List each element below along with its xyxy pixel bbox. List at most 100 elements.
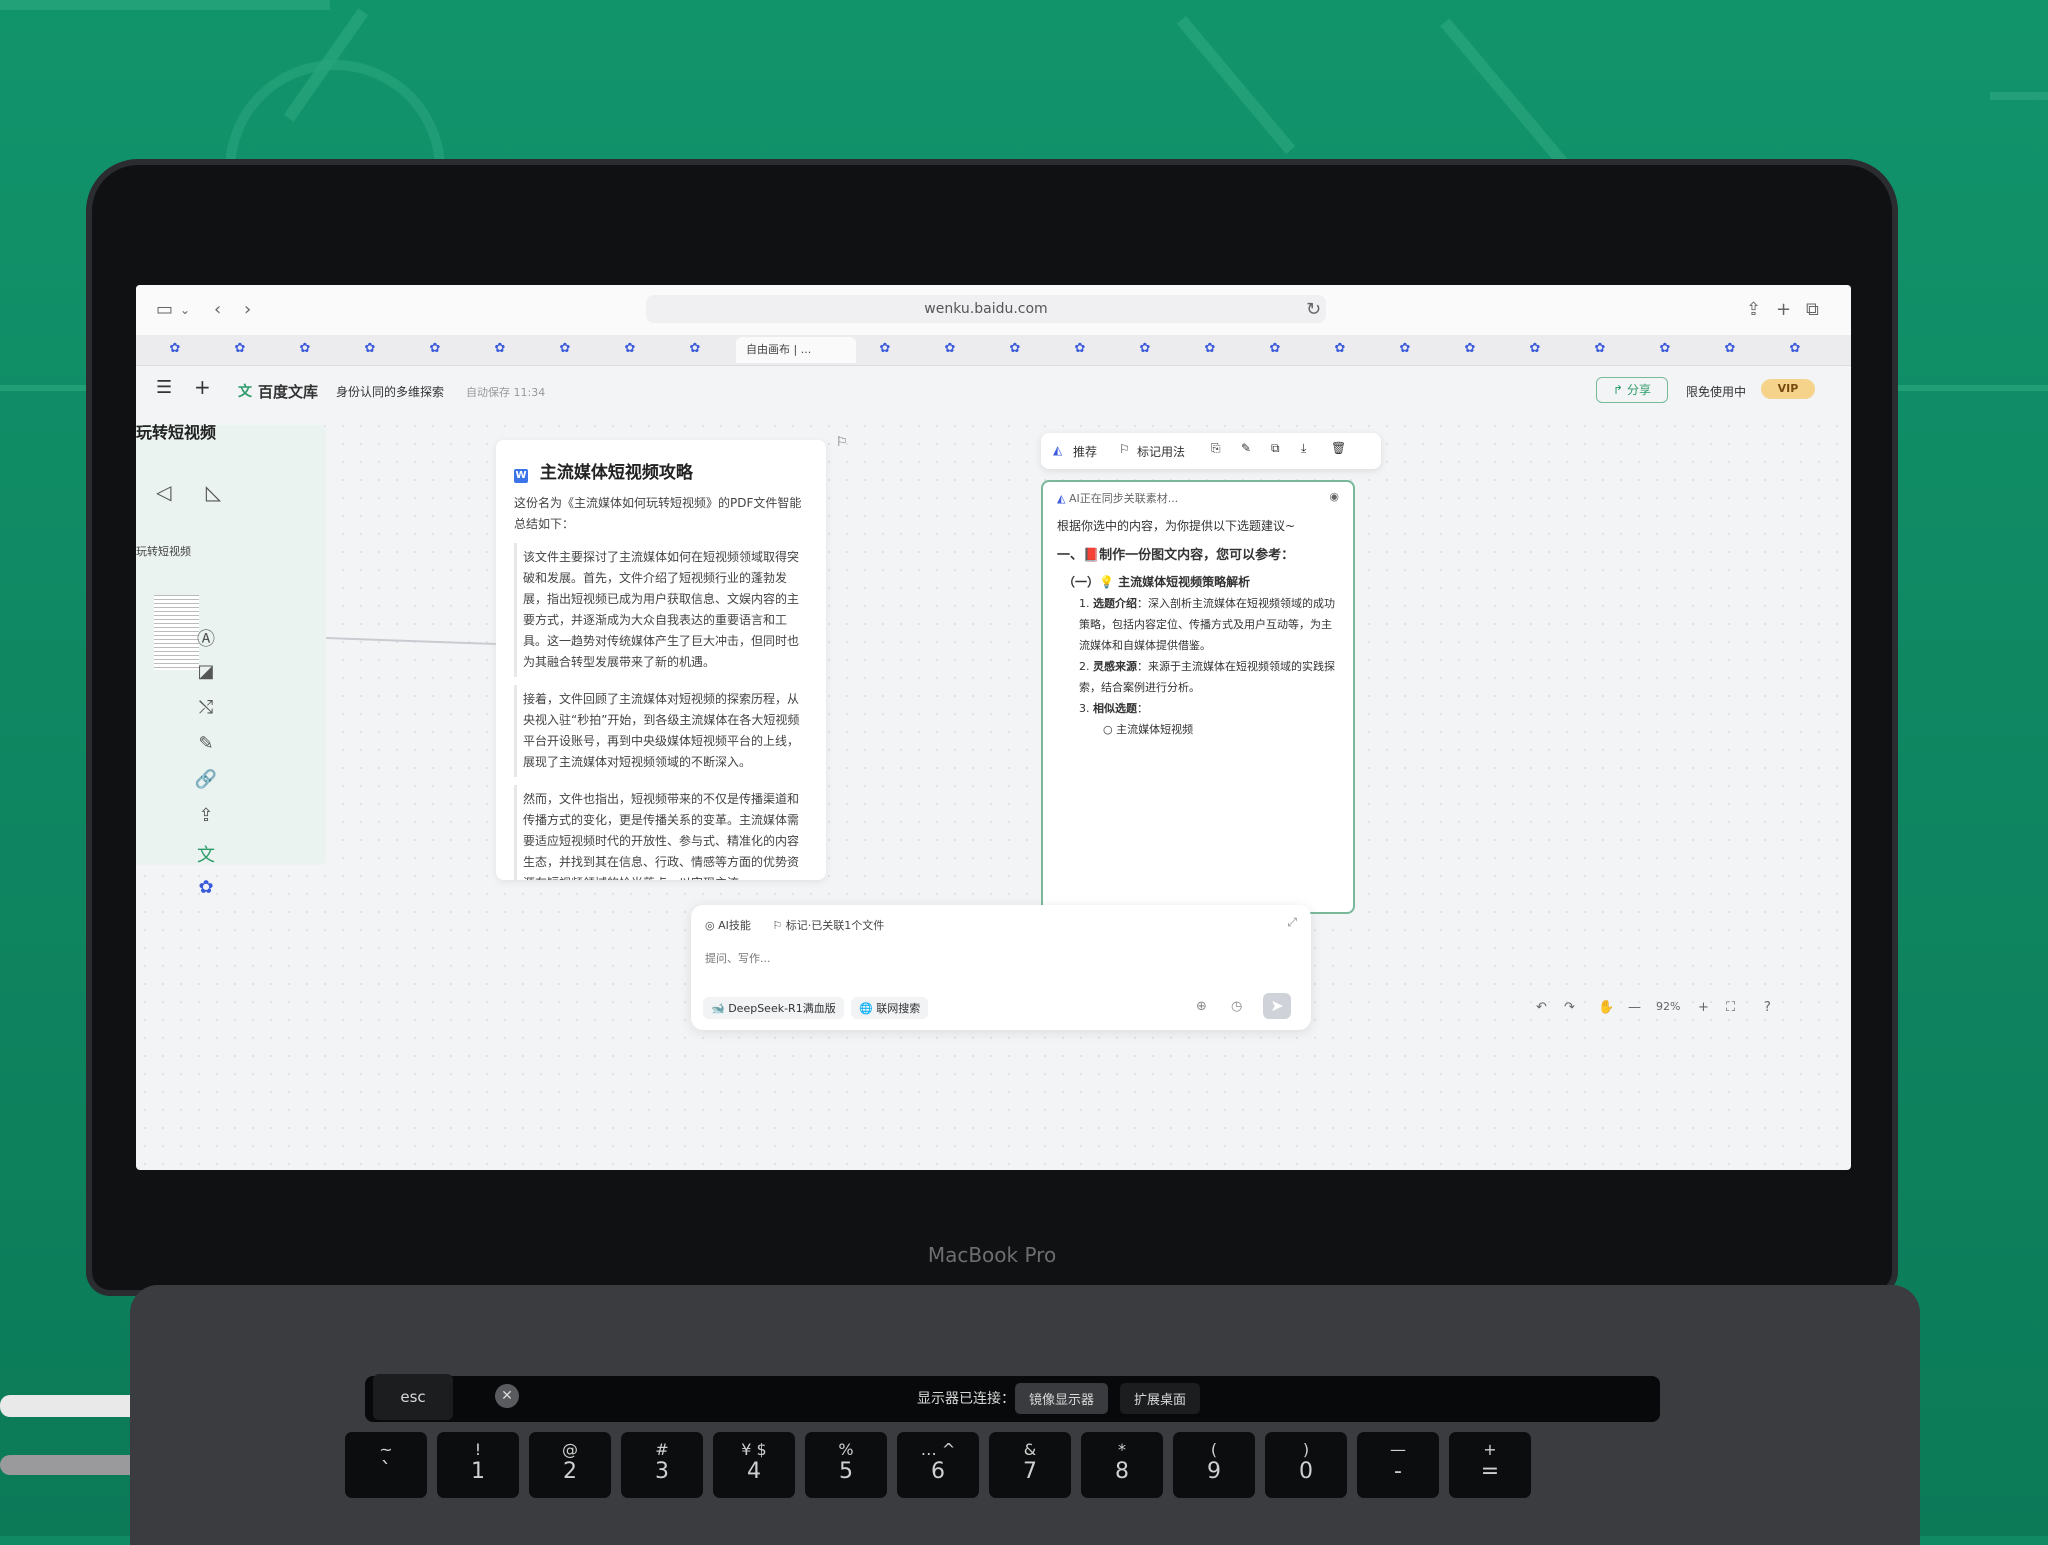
sidebar-toggle-icon[interactable]: ▭	[156, 299, 173, 320]
tab-favicon-icon[interactable]: ✿	[1591, 341, 1609, 359]
duplicate-icon[interactable]: ⧉	[1271, 441, 1280, 456]
tab-bar: ✿ ✿ ✿ ✿ ✿ ✿ ✿ ✿ ✿ 自由画布 | ... ✿ ✿ ✿ ✿ ✿ ✿…	[136, 335, 1851, 366]
zoom-out-icon[interactable]: —	[1628, 1000, 1641, 1015]
keyboard-key[interactable]: ) 0	[1265, 1432, 1347, 1498]
doc-name[interactable]: 身份认同的多维探索	[336, 383, 444, 400]
forward-icon[interactable]: ›	[244, 299, 251, 320]
pen-tool-icon[interactable]: ✎	[191, 733, 221, 769]
flag-icon[interactable]: ⚐	[836, 435, 848, 450]
undo-icon[interactable]: ↶	[1536, 1000, 1547, 1015]
ruler-icon[interactable]: ◺	[206, 480, 221, 504]
model-selector[interactable]: 🐋 DeepSeek-R1满血版	[703, 997, 844, 1019]
close-icon[interactable]: ✕	[495, 1384, 519, 1408]
tab-favicon-icon[interactable]: ✿	[1136, 341, 1154, 359]
web-search-toggle[interactable]: 🌐 联网搜索	[851, 997, 929, 1019]
back-icon[interactable]: ‹	[214, 299, 221, 320]
tab-favicon-icon[interactable]: ✿	[491, 341, 509, 359]
copy-to-icon[interactable]: ⎘	[1211, 441, 1221, 456]
share-icon[interactable]: ⇪	[1746, 299, 1761, 320]
keyboard-key[interactable]: — -	[1357, 1432, 1439, 1498]
tab-favicon-icon[interactable]: ✿	[686, 341, 704, 359]
app-logo-text[interactable]: 百度文库	[258, 381, 318, 402]
stop-icon[interactable]: ◉	[1329, 490, 1339, 503]
canvas-area[interactable]	[136, 417, 1851, 1170]
tab-favicon-icon[interactable]: ✿	[426, 341, 444, 359]
tab-favicon-icon[interactable]: ✿	[1331, 341, 1349, 359]
laptop-brand: MacBook Pro	[927, 1243, 1057, 1267]
recommend-dropdown[interactable]: 推荐	[1073, 443, 1097, 460]
tab-favicon-icon[interactable]: ✿	[556, 341, 574, 359]
tab-favicon-icon[interactable]: ✿	[1721, 341, 1739, 359]
keyboard-key[interactable]: … ^ 6	[897, 1432, 979, 1498]
triangle-icon[interactable]: ◁	[156, 480, 171, 504]
wall-stripe	[0, 0, 330, 10]
tab-favicon-icon[interactable]: ✿	[1266, 341, 1284, 359]
tab-overview-icon[interactable]: ⧉	[1806, 299, 1819, 320]
chat-input[interactable]	[703, 945, 1287, 971]
help-icon[interactable]: ?	[1764, 1000, 1771, 1015]
keyboard-key[interactable]: + =	[1449, 1432, 1531, 1498]
keyboard-key[interactable]: @2	[529, 1432, 611, 1498]
tab-favicon-icon[interactable]: ✿	[1526, 341, 1544, 359]
attach-icon[interactable]: ⊕	[1196, 999, 1207, 1014]
keyboard-key[interactable]: ¥ $4	[713, 1432, 795, 1498]
keyboard-key[interactable]: % 5	[805, 1432, 887, 1498]
shape-tool-icon[interactable]: ◪	[191, 661, 221, 697]
vip-label: VIP	[1777, 382, 1799, 395]
upload-tool-icon[interactable]: ⇪	[191, 805, 221, 841]
mark-usage-button[interactable]: 标记用法	[1137, 443, 1185, 460]
tab-favicon-icon[interactable]: ✿	[621, 341, 639, 359]
menu-icon[interactable]: ☰	[156, 377, 172, 398]
ai-suggestion-card[interactable]: ◭ AI正在同步关联素材... ◉ 根据你选中的内容，为你提供以下选题建议~ 一…	[1041, 480, 1355, 914]
mark-file-button[interactable]: ⚐ 标记·已关联1个文件	[772, 919, 884, 932]
history-icon[interactable]: ◷	[1231, 999, 1242, 1014]
address-bar[interactable]: wenku.baidu.com	[646, 295, 1326, 323]
keyboard-key[interactable]: #3	[621, 1432, 703, 1498]
tab-favicon-icon[interactable]: ✿	[1071, 341, 1089, 359]
tab-favicon-icon[interactable]: ✿	[941, 341, 959, 359]
tab-favicon-icon[interactable]: ✿	[1006, 341, 1024, 359]
document-card[interactable]: W 主流媒体短视频攻略 这份名为《主流媒体如何玩转短视频》的PDF文件智能总结如…	[496, 440, 826, 880]
tab-favicon-icon[interactable]: ✿	[1396, 341, 1414, 359]
vip-badge[interactable]: VIP	[1761, 379, 1815, 399]
link-tool-icon[interactable]: 🔗	[191, 769, 221, 805]
reload-icon[interactable]: ↻	[1306, 299, 1321, 320]
tab-favicon-icon[interactable]: ✿	[166, 341, 184, 359]
tab-favicon-icon[interactable]: ✿	[876, 341, 894, 359]
keyboard-key[interactable]: & 7	[989, 1432, 1071, 1498]
mirror-display-button[interactable]: 镜像显示器	[1015, 1383, 1109, 1414]
redo-icon[interactable]: ↷	[1564, 1000, 1575, 1015]
tab-favicon-icon[interactable]: ✿	[231, 341, 249, 359]
tab-favicon-icon[interactable]: ✿	[296, 341, 314, 359]
tab-favicon-icon[interactable]: ✿	[361, 341, 379, 359]
keyboard-key[interactable]: (9	[1173, 1432, 1255, 1498]
edit-icon[interactable]: ✎	[1241, 441, 1251, 455]
tab-favicon-icon[interactable]: ✿	[1786, 341, 1804, 359]
new-tab-icon[interactable]: +	[1776, 299, 1791, 320]
zoom-in-icon[interactable]: +	[1698, 1000, 1709, 1015]
tab-favicon-icon[interactable]: ✿	[1656, 341, 1674, 359]
tab-favicon-icon[interactable]: ✿	[1201, 341, 1219, 359]
delete-icon[interactable]: 🗑	[1331, 441, 1346, 455]
ai-skill-button[interactable]: ◎ AI技能	[705, 919, 751, 932]
fit-screen-icon[interactable]: ⛶	[1726, 1000, 1735, 1015]
extend-desktop-button[interactable]: 扩展桌面	[1120, 1383, 1201, 1414]
expand-icon[interactable]: ⤢	[1287, 915, 1297, 930]
wenku-tool-icon[interactable]: 文	[191, 841, 221, 877]
hand-icon[interactable]: ✋	[1598, 1000, 1614, 1015]
tab-favicon-icon[interactable]: ✿	[1461, 341, 1479, 359]
keyboard-key[interactable]: ! 1	[437, 1432, 519, 1498]
keyboard-key[interactable]: * 8	[1081, 1432, 1163, 1498]
download-icon[interactable]: ⤓	[1301, 441, 1306, 456]
connector-tool-icon[interactable]: ⤭	[191, 697, 221, 733]
shape-tool-row: ◁ ◺	[156, 480, 221, 504]
share-button[interactable]: ↱ 分享	[1596, 377, 1668, 403]
chevron-down-icon[interactable]: ⌄	[180, 303, 190, 317]
keyboard-key[interactable]: ~ `	[345, 1432, 427, 1498]
tab-active[interactable]: 自由画布 | ...	[736, 337, 856, 363]
ai-tool-icon[interactable]: ✿	[191, 877, 221, 913]
text-tool-icon[interactable]: Ⓐ	[191, 625, 221, 661]
send-button[interactable]: ➤	[1263, 993, 1291, 1019]
add-icon[interactable]: +	[194, 375, 211, 399]
esc-key[interactable]: esc	[373, 1374, 453, 1420]
